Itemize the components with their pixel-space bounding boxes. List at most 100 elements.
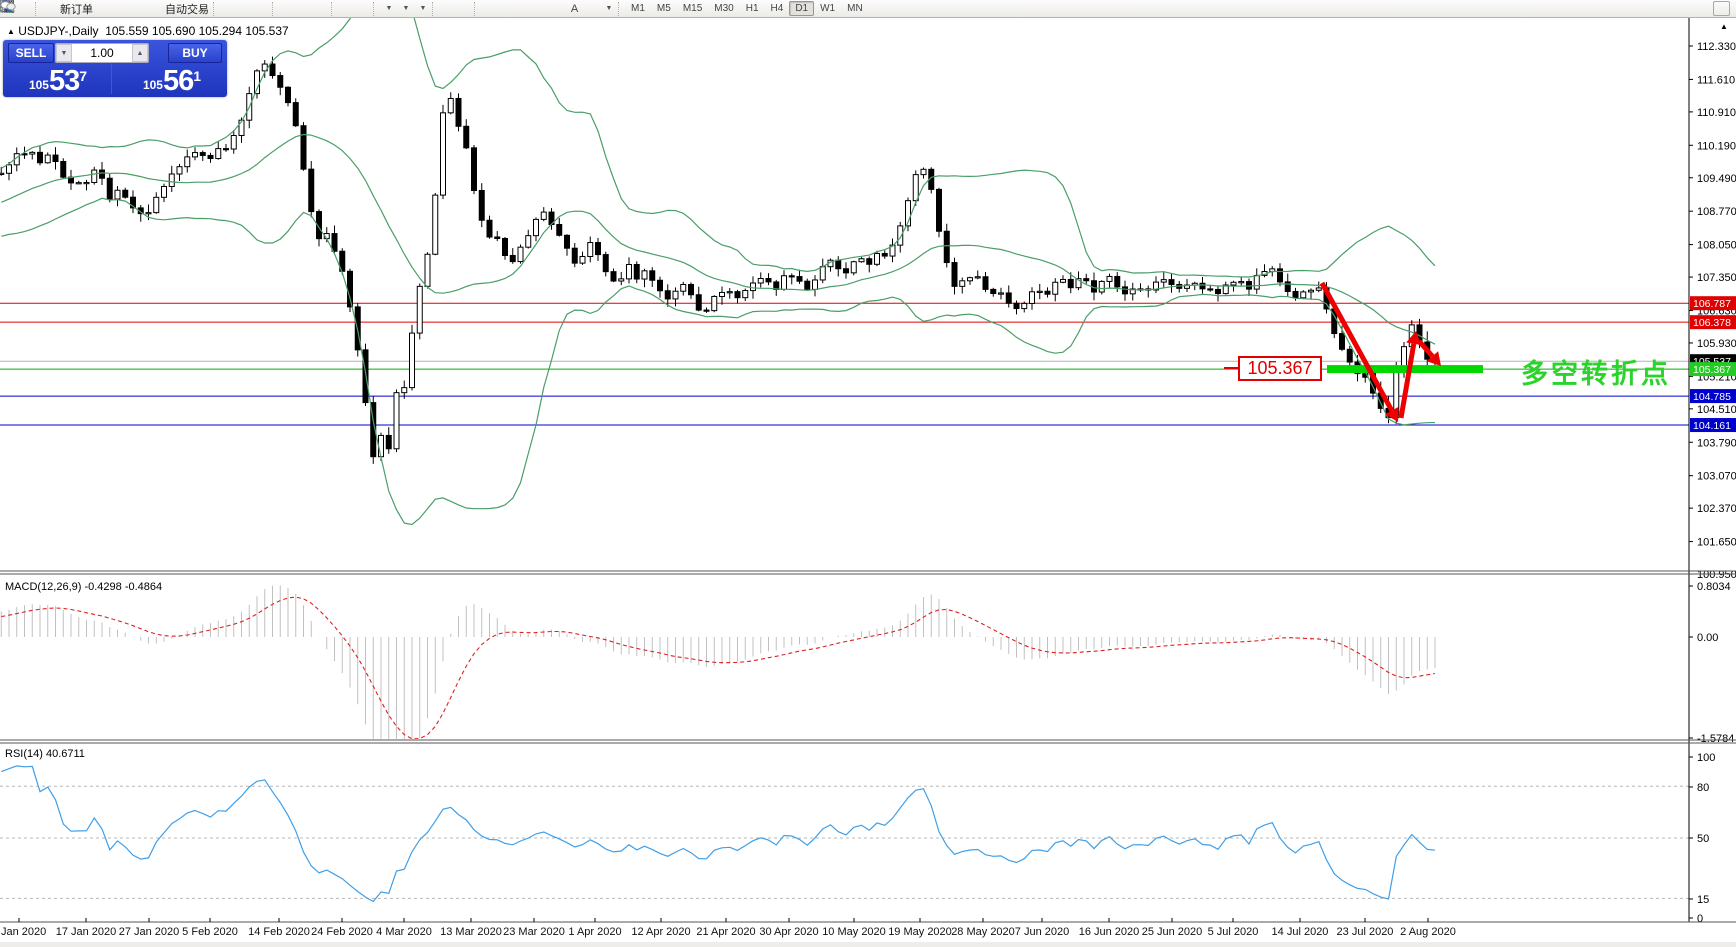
zoom-in-icon[interactable] bbox=[279, 1, 296, 16]
macd-indicator-label: MACD(12,26,9) -0.4298 -0.4864 bbox=[5, 581, 162, 593]
rsi-axis-label: 0 bbox=[1697, 913, 1703, 925]
axis-tick-label: 105.930 bbox=[1697, 338, 1736, 350]
one-click-trading-panel: SELL ▼ 1.00 ▲ BUY 105 53 7 105 56 1 bbox=[3, 40, 227, 97]
date-label: 8 Jan 2020 bbox=[0, 926, 46, 938]
axis-tick-label: 108.050 bbox=[1697, 240, 1736, 252]
tab-timeframe-m15[interactable]: M15 bbox=[677, 1, 708, 16]
tab-timeframe-d1[interactable]: D1 bbox=[789, 1, 814, 16]
tab-timeframe-mn[interactable]: MN bbox=[841, 1, 869, 16]
community-icon[interactable] bbox=[113, 1, 130, 16]
price-annotation-box[interactable]: 105.367 bbox=[1238, 356, 1322, 381]
axis-tick-label: 108.770 bbox=[1697, 206, 1736, 218]
date-label: 1 Apr 2020 bbox=[568, 926, 621, 938]
tab-timeframe-h4[interactable]: H4 bbox=[765, 1, 790, 16]
equidistant-channel-icon[interactable]: E bbox=[532, 1, 549, 16]
line-chart-icon[interactable] bbox=[254, 1, 271, 16]
date-label: 30 Apr 2020 bbox=[759, 926, 818, 938]
price-tag-label: 104.785 bbox=[1693, 391, 1731, 403]
date-label: 13 Mar 2020 bbox=[440, 926, 502, 938]
chart-shift-icon[interactable] bbox=[355, 1, 372, 16]
rsi-axis-label: 50 bbox=[1697, 833, 1709, 845]
cursor-icon[interactable] bbox=[439, 1, 456, 16]
axis-tick-label: 103.070 bbox=[1697, 471, 1736, 483]
candles-chart-icon[interactable] bbox=[237, 1, 254, 16]
chart-symbol-period: USDJPY-,Daily bbox=[18, 24, 98, 38]
axis-tick-label: 104.510 bbox=[1697, 404, 1736, 416]
axis-tick-label: 101.650 bbox=[1697, 537, 1736, 549]
scroll-marker-icon[interactable]: ▲ bbox=[1720, 22, 1728, 31]
zoom-out-icon[interactable] bbox=[296, 1, 313, 16]
horizontal-line-icon[interactable] bbox=[498, 1, 515, 16]
new-chart-icon[interactable]: ▼ bbox=[380, 1, 397, 16]
new-order-label[interactable]: 新订单 bbox=[59, 1, 96, 17]
auto-scroll-icon[interactable] bbox=[338, 1, 355, 16]
tab-timeframe-w1[interactable]: W1 bbox=[814, 1, 841, 16]
text-label-icon[interactable]: T bbox=[583, 1, 600, 16]
volume-stepper: ▼ 1.00 ▲ bbox=[55, 43, 149, 63]
tab-timeframe-m30[interactable]: M30 bbox=[708, 1, 739, 16]
macd-pane bbox=[1, 585, 1435, 771]
trendline-icon[interactable] bbox=[515, 1, 532, 16]
tab-timeframe-m5[interactable]: M5 bbox=[651, 1, 677, 16]
metaeditor-icon[interactable] bbox=[96, 1, 113, 16]
vertical-line-icon[interactable] bbox=[481, 1, 498, 16]
rsi-indicator-label: RSI(14) 40.6711 bbox=[5, 748, 85, 760]
axis-tick-label: 110.910 bbox=[1697, 107, 1736, 119]
chart-ohlc-values: 105.559 105.690 105.294 105.537 bbox=[105, 24, 289, 38]
signals-icon[interactable] bbox=[130, 1, 147, 16]
sell-price[interactable]: 105 53 7 bbox=[5, 64, 112, 94]
chat-icon[interactable] bbox=[1713, 1, 1730, 16]
toolbar-separator bbox=[432, 2, 438, 16]
chart-canvas[interactable]: 112.330111.610110.910110.190109.490108.7… bbox=[0, 0, 1736, 947]
highlight-level-bar[interactable] bbox=[1327, 365, 1483, 373]
buy-button[interactable]: BUY bbox=[168, 43, 222, 63]
volume-input[interactable]: 1.00 bbox=[72, 46, 132, 60]
new-order-button[interactable] bbox=[42, 1, 59, 16]
rsi-pane bbox=[0, 766, 1689, 902]
date-label: 24 Feb 2020 bbox=[311, 926, 373, 938]
bars-chart-icon[interactable] bbox=[220, 1, 237, 16]
search-icon[interactable] bbox=[1696, 1, 1713, 16]
volume-decrease-button[interactable]: ▼ bbox=[56, 44, 72, 62]
axis-tick-label: 111.610 bbox=[1697, 74, 1735, 86]
terminal-window: 新订单 自动交易 bbox=[0, 0, 1736, 947]
date-label: 28 May 2020 bbox=[951, 926, 1015, 938]
macd-axis-label: 0.8034 bbox=[1697, 581, 1731, 593]
arrows-icon[interactable]: ▼ bbox=[600, 1, 617, 16]
price-tag-label: 104.161 bbox=[1693, 420, 1731, 432]
tab-timeframe-h1[interactable]: H1 bbox=[740, 1, 765, 16]
toolbar-separator bbox=[373, 2, 379, 16]
toolbar-separator bbox=[331, 2, 337, 16]
tile-windows-icon[interactable] bbox=[313, 1, 330, 16]
chart-profile-icon[interactable] bbox=[17, 1, 34, 16]
axis-tick-label: 107.350 bbox=[1697, 272, 1736, 284]
date-label: 14 Jul 2020 bbox=[1272, 926, 1329, 938]
indicators-icon[interactable]: ▼ bbox=[414, 1, 431, 16]
axis-tick-label: 103.790 bbox=[1697, 437, 1736, 449]
rsi-axis-label: 15 bbox=[1697, 894, 1709, 906]
date-label: 23 Mar 2020 bbox=[503, 926, 565, 938]
buy-price[interactable]: 105 56 1 bbox=[119, 64, 225, 94]
date-label: 14 Feb 2020 bbox=[248, 926, 310, 938]
buy-price-pips: 56 bbox=[163, 68, 193, 94]
symbol-marker-icon: ▲ bbox=[7, 27, 15, 36]
tab-timeframe-m1[interactable]: M1 bbox=[625, 1, 651, 16]
time-axis[interactable]: 8 Jan 202017 Jan 202027 Jan 20205 Feb 20… bbox=[0, 918, 1456, 938]
crosshair-icon[interactable] bbox=[456, 1, 473, 16]
window-edge bbox=[0, 942, 1736, 947]
autotrading-label[interactable]: 自动交易 bbox=[164, 1, 212, 17]
sell-button[interactable]: SELL bbox=[8, 43, 54, 63]
date-label: 7 Jun 2020 bbox=[1015, 926, 1069, 938]
volume-increase-button[interactable]: ▲ bbox=[132, 44, 148, 62]
periods-icon[interactable]: ▼ bbox=[397, 1, 414, 16]
turning-point-annotation[interactable]: 多空转折点 bbox=[1521, 352, 1671, 391]
sell-price-point: 7 bbox=[79, 68, 87, 84]
date-label: 23 Jul 2020 bbox=[1337, 926, 1394, 938]
macd-axis-label: 0.00 bbox=[1697, 632, 1718, 644]
sell-price-pips: 53 bbox=[49, 68, 79, 94]
text-icon[interactable]: A bbox=[566, 1, 583, 16]
candles-layer bbox=[0, 57, 1438, 464]
fibonacci-icon[interactable]: F bbox=[549, 1, 566, 16]
autotrading-button[interactable] bbox=[147, 1, 164, 16]
axis-tick-label: 102.370 bbox=[1697, 503, 1736, 515]
